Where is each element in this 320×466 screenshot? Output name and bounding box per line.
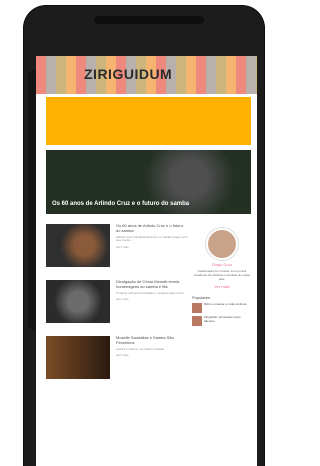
article-item[interactable]: Os 60 anos de Arlindo Cruz e o futuro do… (46, 223, 188, 271)
sidebar: Diogo Cruz Apaixonado por música, sou um… (192, 224, 252, 327)
popular-thumbnail[interactable] (192, 316, 202, 327)
popular-item[interactable]: Ziriguidum entrevista novos talentos (192, 315, 252, 327)
blogger-bio: Apaixonado por música, sou um dos curado… (193, 269, 251, 281)
article-excerpt: Arlindo Cruz completa 60 anos e o samba … (116, 234, 188, 243)
article-thumbnail[interactable] (46, 280, 110, 323)
popular-item[interactable]: Ritmo e poesia: a roda continua (192, 302, 252, 314)
article-excerpt: Leitura e cultura: um roteiro musical. (116, 346, 165, 351)
popular-title[interactable]: Ritmo e poesia: a roda continua (204, 302, 246, 313)
header-banner: ZIRIGUIDUM (36, 56, 257, 94)
popular-section-title: Populares (192, 295, 211, 301)
article-meta: Os 60 anos de Arlindo Cruz e o futuro do… (116, 223, 188, 249)
see-more-link[interactable]: Ver mais (192, 284, 252, 289)
article-item[interactable]: Moselle Sandálias e Samba São Femininos … (46, 335, 188, 383)
blogger-avatar[interactable] (206, 228, 238, 260)
blogger-name[interactable]: Diogo Cruz (192, 262, 252, 267)
phone-top-bar (94, 16, 204, 24)
hero-caption[interactable]: Os 60 anos de Arlindo Cruz e o futuro do… (52, 201, 242, 208)
article-meta: Divulgação de César Menotti revela homen… (116, 279, 188, 302)
popular-title[interactable]: Ziriguidum entrevista novos talentos (204, 315, 252, 326)
article-excerpt: O cantor comenta novidades e projetos pa… (116, 290, 185, 295)
article-headline[interactable]: Moselle Sandálias e Samba São Femininos (116, 335, 188, 346)
article-headline[interactable]: Os 60 anos de Arlindo Cruz e o futuro do… (116, 223, 188, 234)
article-headline[interactable]: Divulgação de César Menotti revela homen… (116, 279, 188, 290)
article-meta: Moselle Sandálias e Samba São Femininos … (116, 335, 188, 358)
article-item[interactable]: Divulgação de César Menotti revela homen… (46, 279, 188, 327)
article-list: Os 60 anos de Arlindo Cruz e o futuro do… (46, 223, 188, 392)
screen: ZIRIGUIDUM Os 60 anos de Arlindo Cruz e … (36, 56, 257, 466)
article-thumbnail[interactable] (46, 224, 110, 267)
article-date: Há 4 dias (116, 297, 129, 302)
hero-article[interactable]: Os 60 anos de Arlindo Cruz e o futuro do… (46, 150, 251, 214)
popular-thumbnail[interactable] (192, 303, 202, 314)
article-date: Há 2 dias (116, 244, 129, 249)
article-date: Há 6 dias (116, 353, 129, 358)
site-logo[interactable]: ZIRIGUIDUM (84, 66, 172, 82)
article-thumbnail[interactable] (46, 336, 110, 379)
ad-placeholder[interactable] (46, 97, 251, 145)
